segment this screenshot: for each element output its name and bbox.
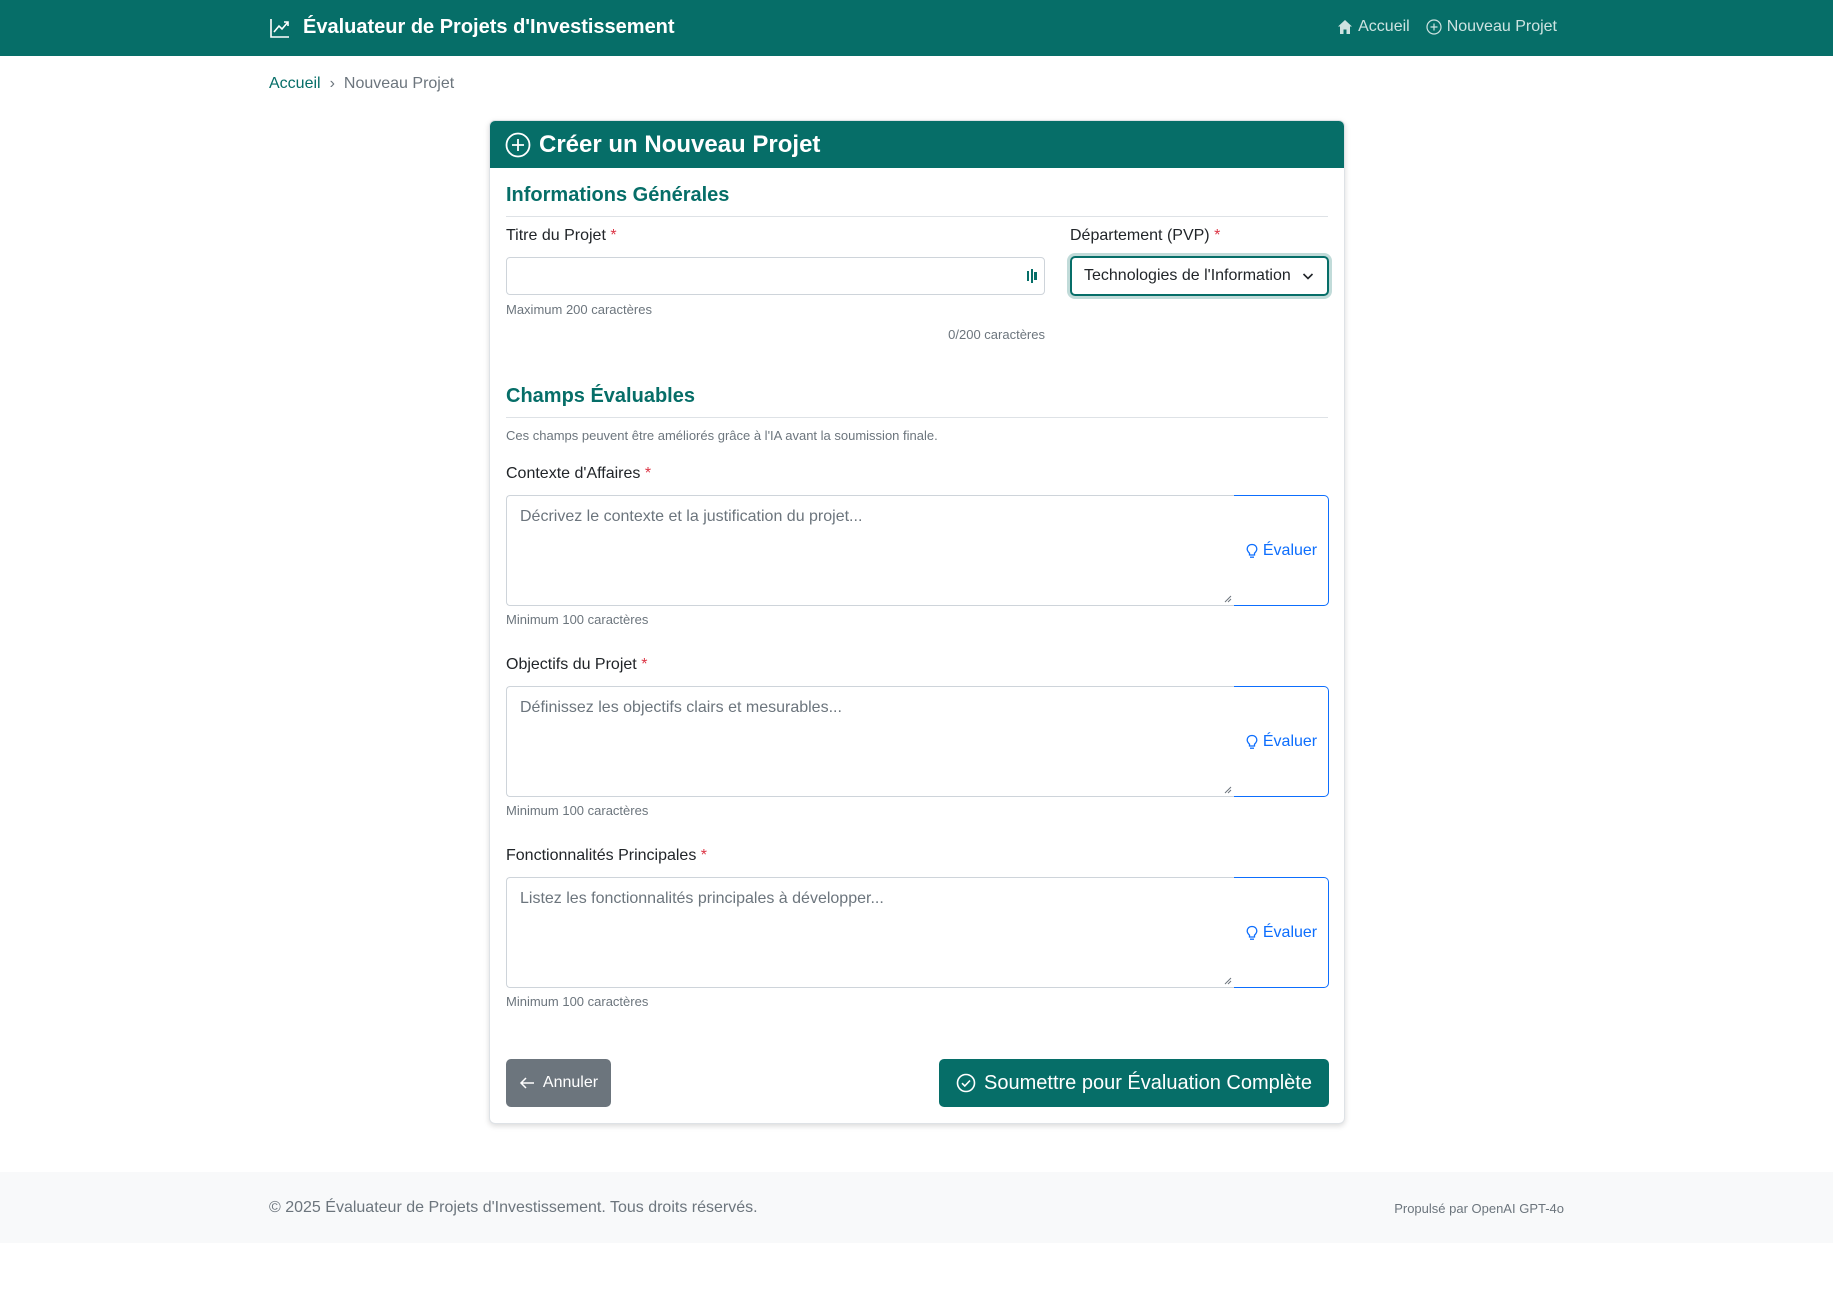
house-icon — [1338, 20, 1353, 34]
department-label-text: Département (PVP) — [1070, 227, 1210, 244]
general-section-title: Informations Générales — [506, 184, 730, 206]
card-header: Créer un Nouveau Projet — [490, 121, 1344, 168]
department-selected-value: Technologies de l'Information — [1084, 267, 1291, 284]
evaluate-label: Évaluer — [1262, 541, 1318, 559]
password-manager-icon[interactable] — [1026, 268, 1040, 284]
chevron-down-icon — [1302, 273, 1314, 280]
nav-link-home[interactable]: Accueil — [1337, 18, 1410, 36]
project-objectives-placeholder: Définissez les objectifs clairs et mesur… — [520, 699, 842, 716]
main-features-label: Fonctionnalités Principales * — [506, 847, 707, 865]
required-mark: * — [610, 227, 617, 244]
new-project-card: Créer un Nouveau Projet Informations Gén… — [489, 120, 1345, 1124]
breadcrumb-separator: › — [329, 75, 335, 92]
breadcrumb: Accueil › Nouveau Projet — [269, 75, 454, 93]
breadcrumb-current: Nouveau Projet — [343, 75, 455, 92]
evaluate-label: Évaluer — [1262, 923, 1318, 941]
card-title: Créer un Nouveau Projet — [539, 130, 821, 158]
lightbulb-icon — [1246, 925, 1258, 940]
evaluate-main-features-button[interactable]: Évaluer — [1234, 877, 1329, 988]
business-context-textarea[interactable]: Décrivez le contexte et la justification… — [506, 495, 1234, 606]
project-objectives-help: Minimum 100 caractères — [506, 803, 649, 818]
evaluable-description: Ces champs peuvent être améliorés grâce … — [506, 428, 938, 443]
cancel-button[interactable]: Annuler — [506, 1059, 611, 1107]
required-mark: * — [641, 656, 648, 673]
business-context-label: Contexte d'Affaires * — [506, 465, 651, 483]
resize-grip-icon[interactable] — [1224, 786, 1232, 794]
project-objectives-textarea[interactable]: Définissez les objectifs clairs et mesur… — [506, 686, 1234, 797]
nav-links: Accueil Nouveau Projet — [1337, 18, 1557, 36]
submit-evaluation-button[interactable]: Soumettre pour Évaluation Complète — [939, 1059, 1329, 1107]
general-section-divider — [506, 216, 1328, 217]
project-objectives-group: Définissez les objectifs clairs et mesur… — [506, 686, 1329, 797]
footer-copyright: © 2025 Évaluateur de Projets d'Investiss… — [269, 1199, 758, 1216]
project-title-label: Titre du Projet * — [506, 227, 617, 245]
evaluate-project-objectives-button[interactable]: Évaluer — [1234, 686, 1329, 797]
lightbulb-icon — [1246, 543, 1258, 558]
evaluate-business-context-button[interactable]: Évaluer — [1234, 495, 1329, 606]
business-context-help: Minimum 100 caractères — [506, 612, 649, 627]
nav-link-new-project-label: Nouveau Projet — [1446, 18, 1557, 35]
resize-grip-icon[interactable] — [1224, 977, 1232, 985]
brand-title: Évaluateur de Projets d'Investissement — [303, 16, 675, 38]
char-counter: 0/200 caractères — [948, 327, 1045, 342]
business-context-label-text: Contexte d'Affaires — [506, 465, 641, 482]
footer-powered-by: Propulsé par OpenAI GPT-4o — [1394, 1201, 1564, 1216]
resize-grip-icon[interactable] — [1224, 595, 1232, 603]
footer: © 2025 Évaluateur de Projets d'Investiss… — [0, 1172, 1833, 1243]
nav-link-home-label: Accueil — [1358, 18, 1410, 35]
cancel-label: Annuler — [542, 1074, 599, 1091]
required-mark: * — [1214, 227, 1221, 244]
arrow-left-icon — [519, 1077, 534, 1089]
department-select[interactable]: Technologies de l'Information — [1070, 256, 1329, 296]
evaluable-section-title: Champs Évaluables — [506, 385, 695, 407]
required-mark: * — [644, 465, 652, 482]
plus-circle-icon — [1426, 19, 1442, 35]
evaluate-label: Évaluer — [1262, 732, 1318, 750]
top-navbar: Évaluateur de Projets d'Investissement A… — [0, 0, 1833, 56]
main-features-group: Listez les fonctionnalités principales à… — [506, 877, 1329, 988]
breadcrumb-home-link[interactable]: Accueil — [269, 75, 321, 93]
required-mark: * — [700, 847, 708, 864]
project-title-label-text: Titre du Projet — [506, 227, 606, 244]
lightbulb-icon — [1246, 734, 1258, 749]
main-features-textarea[interactable]: Listez les fonctionnalités principales à… — [506, 877, 1234, 988]
nav-link-new-project[interactable]: Nouveau Projet — [1426, 18, 1557, 36]
plus-circle-icon — [505, 132, 531, 157]
project-objectives-label: Objectifs du Projet * — [506, 656, 647, 674]
chart-line-icon — [270, 18, 289, 38]
project-title-input[interactable] — [506, 257, 1045, 295]
business-context-group: Décrivez le contexte et la justification… — [506, 495, 1329, 606]
submit-label: Soumettre pour Évaluation Complète — [984, 1071, 1312, 1094]
project-title-help: Maximum 200 caractères — [506, 302, 652, 317]
main-features-label-text: Fonctionnalités Principales — [506, 847, 697, 864]
main-features-help: Minimum 100 caractères — [506, 994, 649, 1009]
check-circle-icon — [956, 1073, 976, 1093]
brand[interactable]: Évaluateur de Projets d'Investissement — [269, 16, 675, 39]
business-context-placeholder: Décrivez le contexte et la justification… — [520, 508, 863, 525]
project-objectives-label-text: Objectifs du Projet — [506, 656, 637, 673]
evaluable-section-divider — [506, 417, 1328, 418]
department-label: Département (PVP) * — [1070, 227, 1220, 245]
main-features-placeholder: Listez les fonctionnalités principales à… — [520, 890, 884, 907]
